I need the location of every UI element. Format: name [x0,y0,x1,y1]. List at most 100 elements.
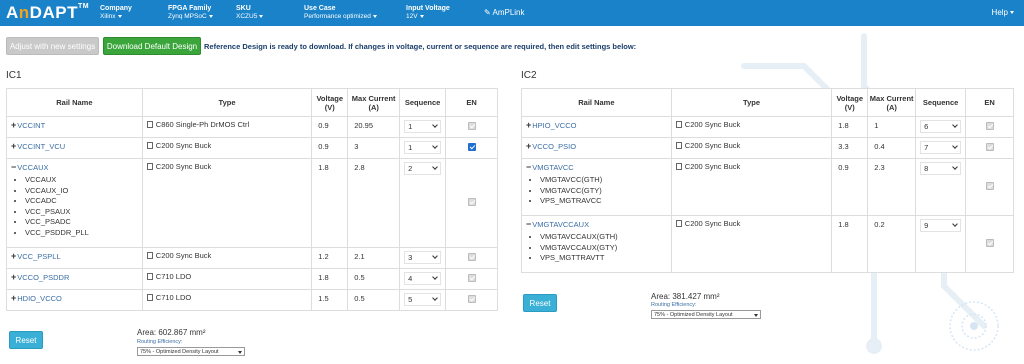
max-current-input[interactable]: 20.95 [352,120,395,131]
max-current-input[interactable]: 1 [872,120,911,131]
en-cell [445,137,498,159]
rail-name-link[interactable]: VMGTAVCCAUX [532,220,589,229]
expand-icon[interactable]: + [11,251,16,261]
rail-type[interactable]: C200 Sync Buck [685,162,740,171]
max-current-input[interactable]: 2.8 [352,162,395,173]
voltage-input[interactable]: 0.9 [316,141,343,152]
en-checkbox[interactable] [467,122,476,130]
max-current-input[interactable]: 0.2 [872,219,911,230]
sequence-select[interactable]: 6 [920,120,962,133]
collapse-icon[interactable]: − [526,162,531,172]
rail-type[interactable]: C200 Sync Buck [685,219,740,228]
ic1-routing-select[interactable]: 75% - Optimized Density Layout [137,347,245,356]
rail-name-link[interactable]: VCCO_PSIO [532,142,576,151]
en-checkbox[interactable] [985,182,994,190]
adjust-settings-button[interactable]: Adjust with new settings [6,37,99,55]
voltage-input[interactable]: 1.2 [316,251,343,262]
ic2-reset-button[interactable]: Reset [523,294,557,312]
en-checkbox[interactable] [467,274,476,282]
sequence-select[interactable]: 3 [404,251,442,264]
rail-name-link[interactable]: VCCO_PSDDR [17,273,69,282]
en-checkbox[interactable] [467,143,476,151]
rail-name-link[interactable]: VMGTAVCC [532,163,573,172]
sequence-select[interactable]: 5 [404,293,442,306]
collapse-icon[interactable]: − [526,219,531,229]
en-checkbox[interactable] [467,253,476,261]
max-current-input[interactable]: 2.3 [872,162,911,173]
amplink-link[interactable]: ✎ AmPLink [484,8,525,17]
nav-input-voltage[interactable]: Input Voltage 12V [406,5,450,20]
sequence-select[interactable]: 4 [404,272,442,285]
expand-icon[interactable]: + [11,293,16,303]
rail-type[interactable]: C710 LDO [156,272,191,281]
current-cell: 2.8 [347,158,401,248]
expand-icon[interactable]: + [526,120,531,130]
voltage-input[interactable]: 1.8 [316,162,343,173]
table-row: +VCCINT_VCU C200 Sync Buck 0.9 3 1 [6,137,498,159]
en-checkbox[interactable] [467,295,476,303]
voltage-input[interactable]: 3.3 [836,141,863,152]
ic2-routing-select[interactable]: 75% - Optimized Density Layout [651,310,761,319]
rail-type[interactable]: C200 Sync Buck [156,162,211,171]
rail-name-link[interactable]: VCCINT_VCU [17,142,65,151]
max-current-input[interactable]: 2.1 [352,251,395,262]
nav-company[interactable]: Company Xilinx [100,5,132,20]
voltage-input[interactable]: 1.8 [316,272,343,283]
rail-type[interactable]: C200 Sync Buck [685,141,740,150]
sequence-select[interactable]: 7 [920,141,962,154]
rail-name-link[interactable]: VCC_PSPLL [17,252,60,261]
rail-name-link[interactable]: HDIO_VCCO [17,294,62,303]
rail-type[interactable]: C200 Sync Buck [156,251,211,260]
rail-type[interactable]: C710 LDO [156,293,191,302]
sequence-select[interactable]: 2 [404,162,442,175]
voltage-input[interactable]: 1.8 [836,219,863,230]
voltage-input[interactable]: 0.9 [316,120,343,131]
en-cell [445,289,498,311]
sequence-cell: 1 [399,137,447,159]
download-default-design-button[interactable]: Download Default Design [103,37,201,55]
nav-sku[interactable]: SKU XCZU5 [236,5,264,20]
max-current-input[interactable]: 0.5 [352,272,395,283]
rail-name-link[interactable]: VCCAUX [17,163,48,172]
max-current-input[interactable]: 0.4 [872,141,911,152]
en-checkbox[interactable] [985,143,994,151]
voltage-input[interactable]: 1.8 [836,120,863,131]
expand-icon[interactable]: + [11,141,16,151]
rail-name-link[interactable]: VCCINT [17,121,45,130]
nav-use-case[interactable]: Use Case Performance optimized [304,5,377,20]
voltage-input[interactable]: 1.5 [316,293,343,304]
col-voltage: Voltage (V) [831,88,869,117]
sequence-cell: 6 [915,116,967,138]
nav-fpga-family[interactable]: FPGA Family Zynq MPSoC [168,5,213,20]
ic1-reset-button[interactable]: Reset [9,331,43,349]
wand-icon: ✎ [484,8,491,17]
voltage-cell: 1.8 [831,215,869,273]
expand-icon[interactable]: + [11,272,16,282]
collapse-icon[interactable]: − [11,162,16,172]
sequence-select[interactable]: 8 [920,162,962,175]
rail-name-cell: −VCCAUXVCCAUXVCCAUX_IOVCCADCVCC_PSAUXVCC… [6,158,143,248]
max-current-input[interactable]: 3 [352,141,395,152]
voltage-input[interactable]: 0.9 [836,162,863,173]
type-cell: C710 LDO [141,289,313,311]
document-icon [675,142,682,149]
current-cell: 20.95 [347,116,401,138]
rail-type[interactable]: C860 Single-Ph DrMOS Ctrl [156,120,249,129]
sequence-select[interactable]: 1 [404,120,442,133]
expand-icon[interactable]: + [526,141,531,151]
sub-rail-item: VPS_MGTTRAVTT [540,253,667,264]
rail-type[interactable]: C200 Sync Buck [156,141,211,150]
en-checkbox[interactable] [985,239,994,247]
chevron-down-icon [432,295,438,301]
en-checkbox[interactable] [467,198,476,206]
max-current-input[interactable]: 0.5 [352,293,395,304]
expand-icon[interactable]: + [11,120,16,130]
help-menu[interactable]: Help [992,8,1014,17]
sub-rail-item: VCC_PSDDR_PLL [25,228,138,239]
sequence-select[interactable]: 1 [404,141,442,154]
type-cell: C200 Sync Buck [670,116,833,138]
sequence-select[interactable]: 9 [920,219,962,232]
rail-type[interactable]: C200 Sync Buck [685,120,740,129]
en-checkbox[interactable] [985,122,994,130]
rail-name-link[interactable]: HPIO_VCCO [532,121,576,130]
